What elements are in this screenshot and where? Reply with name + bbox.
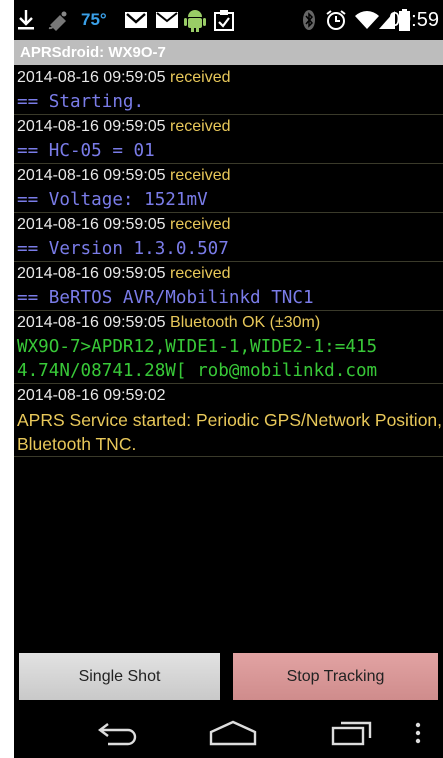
- log-timestamp: 2014-08-16 09:59:05: [17, 118, 166, 135]
- log-status: received: [170, 265, 231, 282]
- log-message: == Starting.: [17, 92, 145, 112]
- log-timestamp: 2014-08-16 09:59:05: [17, 314, 166, 331]
- phone-screen: 75° 09:59 APRSdroid: WX9O-7 2014-08-16 0…: [14, 0, 443, 758]
- log-status: received: [170, 216, 231, 233]
- log-entry: 2014-08-16 09:59:05 received == BeRTOS A…: [14, 262, 443, 311]
- log-entry: 2014-08-16 09:59:02 APRS Service started…: [14, 384, 443, 457]
- app-title: APRSdroid: WX9O-7: [20, 44, 166, 61]
- log-status: received: [170, 69, 231, 86]
- alarm-icon: [324, 8, 348, 32]
- log-message: APRS Service started: Periodic GPS/Netwo…: [17, 410, 443, 454]
- clock: 09:59: [388, 9, 439, 31]
- home-icon[interactable]: [203, 716, 263, 750]
- log-list[interactable]: 2014-08-16 09:59:05 received == Starting…: [14, 66, 443, 457]
- overflow-menu-icon[interactable]: [410, 716, 426, 750]
- app-title-bar: APRSdroid: WX9O-7: [14, 40, 443, 65]
- download-icon: [16, 8, 36, 32]
- satellite-icon: [44, 8, 74, 32]
- log-status: received: [170, 167, 231, 184]
- log-timestamp: 2014-08-16 09:59:05: [17, 216, 166, 233]
- log-entry: 2014-08-16 09:59:05 received == Voltage:…: [14, 164, 443, 213]
- android-icon: [182, 8, 208, 32]
- wifi-icon: [354, 8, 380, 32]
- clipboard-check-icon: [212, 8, 236, 32]
- gmail-icon: [123, 8, 148, 32]
- log-status: Bluetooth OK (±30m): [170, 314, 321, 331]
- log-packet-line-1: WX9O-7>APDR12,WIDE1-1,WIDE2-1:=415: [17, 337, 378, 357]
- log-message: == BeRTOS AVR/Mobilinkd TNC1: [17, 288, 314, 308]
- log-entry: 2014-08-16 09:59:05 received == HC-05 = …: [14, 115, 443, 164]
- log-timestamp: 2014-08-16 09:59:05: [17, 265, 166, 282]
- mail-icon: [154, 8, 179, 32]
- log-status: received: [170, 118, 231, 135]
- stop-tracking-button[interactable]: Stop Tracking: [233, 653, 438, 700]
- log-timestamp: 2014-08-16 09:59:05: [17, 167, 166, 184]
- log-timestamp: 2014-08-16 09:59:05: [17, 69, 166, 86]
- log-entry: 2014-08-16 09:59:05 received == Starting…: [14, 66, 443, 115]
- single-shot-button[interactable]: Single Shot: [19, 653, 220, 700]
- log-timestamp: 2014-08-16 09:59:02: [17, 387, 166, 404]
- log-message: == Voltage: 1521mV: [17, 190, 208, 210]
- log-message: == Version 1.3.0.507: [17, 239, 229, 259]
- status-bar: 75° 09:59: [14, 0, 443, 40]
- navigation-bar: [14, 708, 443, 758]
- log-packet-line-2: 4.74N/08741.28W[ rob@mobilinkd.com: [17, 361, 378, 381]
- log-entry: 2014-08-16 09:59:05 Bluetooth OK (±30m) …: [14, 311, 443, 384]
- back-icon[interactable]: [87, 716, 147, 750]
- bluetooth-icon: [301, 8, 317, 32]
- recent-apps-icon[interactable]: [322, 716, 382, 750]
- temperature-indicator: 75°: [81, 10, 107, 29]
- log-message: == HC-05 = 01: [17, 141, 155, 161]
- log-entry: 2014-08-16 09:59:05 received == Version …: [14, 213, 443, 262]
